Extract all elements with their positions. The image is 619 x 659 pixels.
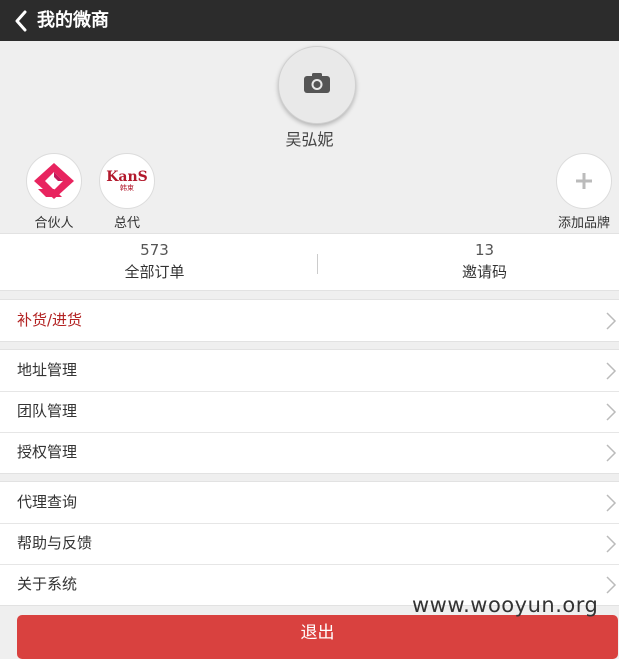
chevron-right-icon xyxy=(606,444,617,462)
menu-group-support: 代理查询 帮助与反馈 关于系统 xyxy=(0,481,619,606)
menu-item-agent-query[interactable]: 代理查询 xyxy=(0,482,619,523)
menu-item-label: 帮助与反馈 xyxy=(17,534,93,552)
brand-label: 总代 xyxy=(113,216,140,231)
avatar-upload-button[interactable] xyxy=(278,46,356,124)
menu-group-management: 地址管理 团队管理 授权管理 xyxy=(0,349,619,474)
kans-logo-text: KanS xyxy=(106,169,148,185)
orders-stat[interactable]: 573 全部订单 xyxy=(0,234,309,290)
menu-item-label: 关于系统 xyxy=(17,575,78,593)
menu-item-help[interactable]: 帮助与反馈 xyxy=(0,523,619,564)
chevron-right-icon xyxy=(606,403,617,421)
top-bar: 我的微商 xyxy=(0,0,619,41)
camera-icon xyxy=(303,72,331,98)
menu-item-label: 授权管理 xyxy=(17,443,78,461)
menu-item-restock[interactable]: 补货/进货 xyxy=(0,300,619,341)
profile-section: 吴弘妮 合伙人 KanS 韩束 总代 添加品牌 xyxy=(0,41,619,233)
brand-partner[interactable]: 合伙人 xyxy=(24,153,84,231)
invite-label: 邀请码 xyxy=(461,263,507,281)
chevron-left-icon xyxy=(14,10,28,32)
menu-item-label: 代理查询 xyxy=(17,493,78,511)
orders-label: 全部订单 xyxy=(124,263,185,281)
chevron-right-icon xyxy=(606,576,617,594)
chevron-right-icon xyxy=(606,312,617,330)
orders-count: 573 xyxy=(140,241,169,259)
stats-bar: 573 全部订单 13 邀请码 xyxy=(0,233,619,291)
brand-kans[interactable]: KanS 韩束 总代 xyxy=(97,153,157,231)
add-brand-button[interactable]: 添加品牌 xyxy=(551,153,617,231)
invite-code-stat[interactable]: 13 邀请码 xyxy=(330,234,619,290)
partner-logo xyxy=(26,153,82,209)
page-title: 我的微商 xyxy=(37,10,109,31)
menu-group-restock: 补货/进货 xyxy=(0,299,619,342)
invite-count: 13 xyxy=(474,241,495,259)
menu-item-label: 地址管理 xyxy=(17,361,78,379)
add-brand-label: 添加品牌 xyxy=(557,216,610,231)
menu-item-label: 团队管理 xyxy=(17,402,78,420)
watermark: www.wooyun.org xyxy=(412,593,599,617)
brand-label: 合伙人 xyxy=(34,216,74,231)
chevron-right-icon xyxy=(606,494,617,512)
kans-logo: KanS 韩束 xyxy=(99,153,155,209)
chevron-right-icon xyxy=(606,362,617,380)
logout-button[interactable]: 退出 xyxy=(17,615,618,659)
menu-item-label: 补货/进货 xyxy=(17,311,83,329)
user-name: 吴弘妮 xyxy=(285,130,334,149)
menu-item-address[interactable]: 地址管理 xyxy=(0,350,619,391)
plus-icon xyxy=(556,153,612,209)
stat-divider xyxy=(317,254,318,274)
kans-logo-subtext: 韩束 xyxy=(120,184,134,192)
menu-item-team[interactable]: 团队管理 xyxy=(0,391,619,432)
chevron-right-icon xyxy=(606,535,617,553)
menu-item-authorization[interactable]: 授权管理 xyxy=(0,432,619,473)
